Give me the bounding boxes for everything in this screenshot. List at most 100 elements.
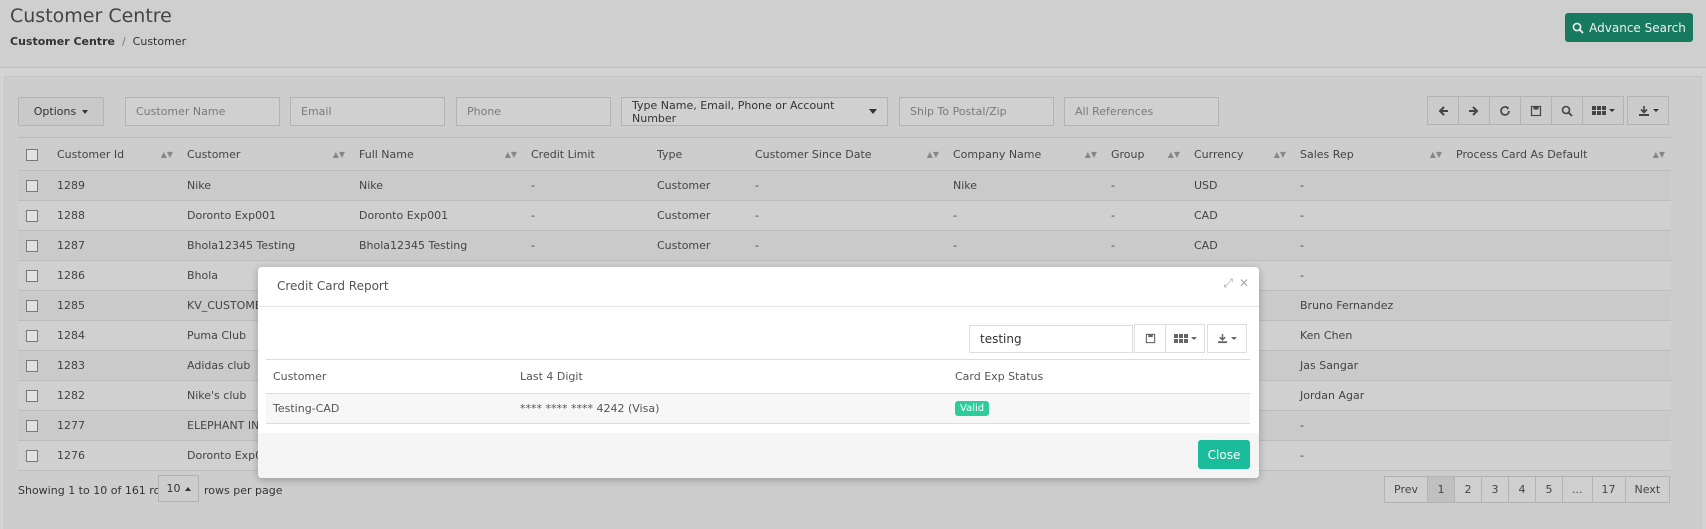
sort-icon: ▲▼ [1167,150,1180,159]
row-checkbox-cell[interactable] [18,200,49,231]
close-button[interactable]: Close [1198,440,1250,469]
table-row[interactable]: 1289 Nike Nike - Customer - Nike - USD - [18,170,1671,201]
row-checkbox-cell[interactable] [18,230,49,261]
caret-down-icon [1652,109,1659,112]
cell-card-exp-status: Valid [948,393,1250,424]
cell-process-card [1448,230,1671,261]
export-button[interactable] [1627,96,1669,125]
column-header-company-name[interactable]: Company Name ▲▼ [945,137,1103,171]
next-record-button[interactable] [1458,96,1490,125]
phone-input[interactable]: Phone [456,97,611,126]
table-toolbar [1427,96,1669,125]
row-checkbox-cell[interactable] [18,320,49,351]
row-checkbox[interactable] [26,300,38,312]
table-row[interactable]: Testing-CAD **** **** **** 4242 (Visa) V… [266,393,1250,424]
column-header-customer-id[interactable]: Customer Id ▲▼ [49,137,179,171]
customer-name-input[interactable]: Customer Name [125,97,280,126]
row-checkbox[interactable] [26,270,38,282]
download-icon [1217,333,1228,344]
page-button-ellipsis: ... [1562,476,1593,503]
column-header-sales-rep[interactable]: Sales Rep ▲▼ [1292,137,1448,171]
row-checkbox[interactable] [26,420,38,432]
row-checkbox-cell[interactable] [18,350,49,381]
prev-record-button[interactable] [1427,96,1459,125]
modal-search-input[interactable] [969,325,1133,353]
page-button-prev[interactable]: Prev [1384,476,1428,503]
cell-customer: Bhola12345 Testing [179,230,351,261]
column-header-last-4-digit[interactable]: Last 4 Digit [513,359,948,394]
row-checkbox[interactable] [26,180,38,192]
references-input[interactable]: All References [1064,97,1219,126]
save-button[interactable] [1520,96,1552,125]
sort-icon: ▲▼ [160,150,173,159]
expand-icon[interactable]: ⤢ [1223,276,1233,291]
breadcrumb-item-customer-centre[interactable]: Customer Centre [10,35,115,48]
caret-down-icon [1608,109,1615,112]
row-checkbox-cell[interactable] [18,440,49,471]
cell-sales-rep: - [1292,230,1448,261]
modal-table-header-row: Customer Last 4 Digit Card Exp Status [266,359,1250,394]
row-checkbox[interactable] [26,240,38,252]
column-header-process-card[interactable]: Process Card As Default ▲▼ [1448,137,1671,171]
row-checkbox-cell[interactable] [18,410,49,441]
column-header-customer[interactable]: Customer ▲▼ [179,137,351,171]
column-header-customer[interactable]: Customer [266,359,513,394]
modal-columns-button[interactable] [1165,324,1205,353]
page-button-1[interactable]: 1 [1427,476,1455,503]
page-button-5[interactable]: 5 [1535,476,1563,503]
refresh-icon [1500,105,1510,116]
cell-process-card [1448,380,1671,411]
page-button-next[interactable]: Next [1624,476,1671,503]
column-header-card-exp-status[interactable]: Card Exp Status [948,359,1250,394]
row-checkbox[interactable] [26,450,38,462]
row-checkbox[interactable] [26,330,38,342]
cell-credit-limit: - [523,170,649,201]
cell-customer: Nike [179,170,351,201]
column-header-currency[interactable]: Currency ▲▼ [1186,137,1292,171]
options-dropdown[interactable]: Options [18,97,104,126]
table-row[interactable]: 1288 Doronto Exp001 Doronto Exp001- Custome… [18,200,1671,231]
table-row[interactable]: 1287 Bhola12345 Testing Bhola12345 Testing… [18,230,1671,261]
cell-full-name: Doronto Exp001 [351,200,523,231]
row-checkbox[interactable] [26,390,38,402]
column-header-group[interactable]: Group ▲▼ [1103,137,1186,171]
column-header-customer-since[interactable]: Customer Since Date ▲▼ [747,137,945,171]
row-checkbox[interactable] [26,360,38,372]
search-icon [1572,22,1584,34]
search-button[interactable] [1551,96,1583,125]
select-all-checkbox-cell[interactable] [18,137,49,171]
column-header-type[interactable]: Type [649,137,747,171]
row-checkbox-cell[interactable] [18,260,49,291]
select-all-checkbox[interactable] [26,148,38,161]
column-header-credit-limit[interactable]: Credit Limit [523,137,649,171]
row-checkbox-cell[interactable] [18,380,49,411]
type-search-label: Type Name, Email, Phone or Account Numbe… [632,98,835,125]
page-button-2[interactable]: 2 [1454,476,1482,503]
row-checkbox-cell[interactable] [18,170,49,201]
advance-search-label: Advance Search [1589,20,1686,35]
rows-per-page-select[interactable]: 10 [158,475,199,502]
modal-save-button[interactable] [1134,324,1166,353]
ship-to-postal-input[interactable]: Ship To Postal/Zip [899,97,1054,126]
cell-group: - [1103,170,1186,201]
cell-process-card [1448,170,1671,201]
type-search-select[interactable]: Type Name, Email, Phone or Account Numbe… [621,97,888,126]
credit-card-table: Customer Last 4 Digit Card Exp Status Te… [266,359,1250,424]
email-input[interactable]: Email [290,97,445,126]
cell-process-card [1448,350,1671,381]
advance-search-button[interactable]: Advance Search [1565,13,1693,42]
breadcrumb-separator: / [121,35,126,48]
modal-export-button[interactable] [1207,324,1247,353]
close-icon[interactable]: ✕ [1239,276,1249,291]
sort-icon: ▲▼ [1273,150,1286,159]
page-button-4[interactable]: 4 [1508,476,1536,503]
cell-sales-rep: - [1292,170,1448,201]
columns-button[interactable] [1582,96,1624,125]
row-checkbox[interactable] [26,210,38,222]
page-button-17[interactable]: 17 [1591,476,1626,503]
sort-icon: ▲▼ [1084,150,1097,159]
column-header-full-name[interactable]: Full Name ▲▼ [351,137,523,171]
refresh-button[interactable] [1489,96,1521,125]
page-button-3[interactable]: 3 [1481,476,1509,503]
row-checkbox-cell[interactable] [18,290,49,321]
